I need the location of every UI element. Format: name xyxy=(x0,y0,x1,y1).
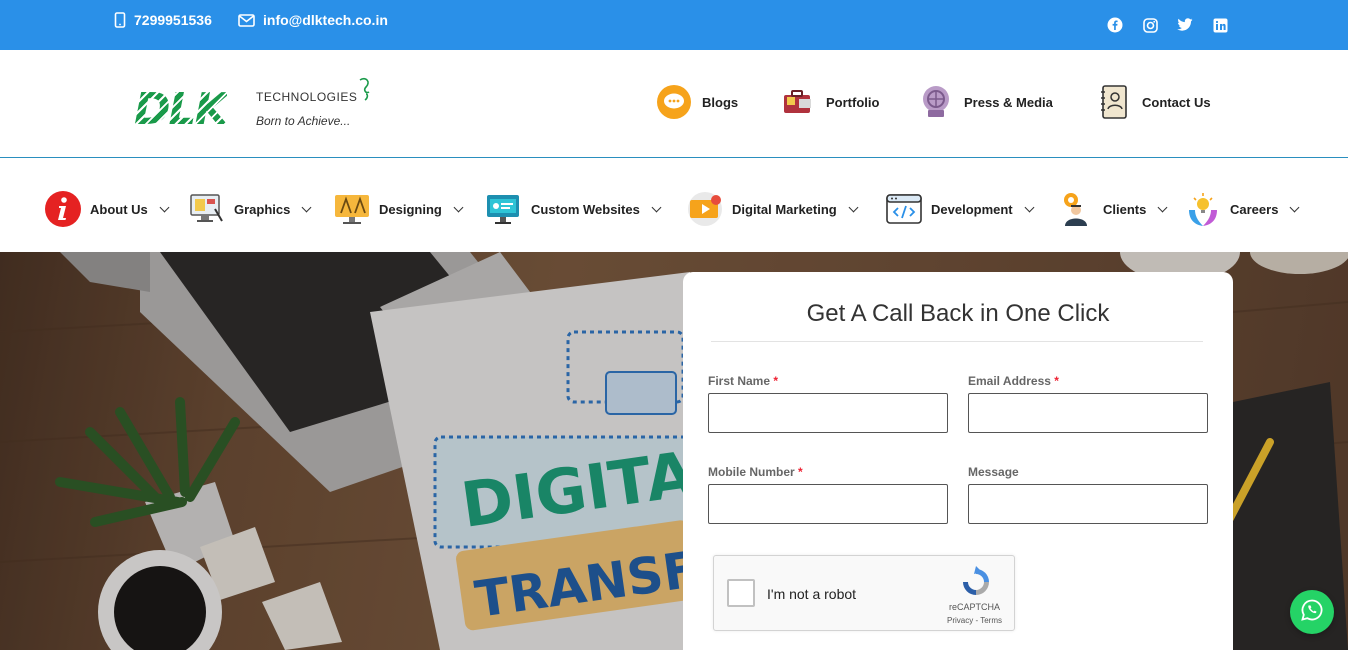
nav-item-label: Digital Marketing xyxy=(732,201,837,217)
header-link-label: Contact Us xyxy=(1142,94,1211,110)
recaptcha-checkbox[interactable] xyxy=(727,579,755,607)
facebook-icon[interactable] xyxy=(1106,16,1124,34)
email-address: info@dlktech.co.in xyxy=(263,12,388,28)
chevron-down-icon xyxy=(301,202,312,212)
mobile-label-text: Mobile Number xyxy=(708,465,795,479)
instagram-icon[interactable] xyxy=(1141,16,1159,34)
header-link-portfolio[interactable]: Portfolio xyxy=(780,84,879,120)
header-link-label: Press & Media xyxy=(964,94,1053,110)
chevron-down-icon xyxy=(453,202,464,212)
phone-contact[interactable]: 7299951536 xyxy=(114,12,212,28)
form-title-divider xyxy=(711,341,1203,342)
required-marker: * xyxy=(773,374,779,388)
nav-item-clients[interactable]: Clients xyxy=(1057,190,1168,228)
main-nav: About Us Graphics Designing Custom Websi… xyxy=(0,158,1348,252)
chevron-down-icon xyxy=(848,202,859,212)
chevron-down-icon xyxy=(1024,202,1035,212)
nav-item-label: Designing xyxy=(379,201,442,217)
message-label: Message xyxy=(968,465,1019,479)
required-marker: * xyxy=(798,465,803,479)
info-icon xyxy=(44,190,82,228)
nav-item-designing[interactable]: Designing xyxy=(333,190,464,228)
logo-swoosh-icon xyxy=(356,74,372,111)
whatsapp-button[interactable] xyxy=(1290,590,1334,634)
phone-number: 7299951536 xyxy=(134,12,212,28)
website-icon xyxy=(485,190,523,228)
email-input[interactable] xyxy=(968,393,1208,433)
nav-item-label: Clients xyxy=(1103,201,1147,217)
twitter-icon[interactable] xyxy=(1176,16,1194,34)
first-name-label: First Name * xyxy=(708,374,778,388)
email-contact[interactable]: info@dlktech.co.in xyxy=(238,12,388,28)
nav-item-graphics[interactable]: Graphics xyxy=(188,190,312,228)
logo-mark: DLK xyxy=(134,84,229,135)
recaptcha-brand: reCAPTCHA xyxy=(948,602,1000,612)
message-label-text: Message xyxy=(968,465,1019,479)
mobile-label: Mobile Number * xyxy=(708,465,803,479)
recaptcha-terms[interactable]: Privacy - Terms xyxy=(947,616,1002,625)
first-name-input[interactable] xyxy=(708,393,948,433)
recaptcha-widget: I'm not a robot reCAPTCHA Privacy - Term… xyxy=(713,555,1015,631)
chevron-down-icon xyxy=(651,202,662,212)
design-tools-icon xyxy=(333,190,371,228)
envelope-icon xyxy=(238,13,255,27)
briefcase-icon xyxy=(780,84,816,120)
chevron-down-icon xyxy=(159,202,170,212)
clients-icon xyxy=(1057,190,1095,228)
nav-item-careers[interactable]: Careers xyxy=(1184,190,1300,228)
monitor-design-icon xyxy=(188,190,226,228)
chevron-down-icon xyxy=(1289,202,1300,212)
nav-item-development[interactable]: Development xyxy=(885,190,1035,228)
code-icon xyxy=(885,190,923,228)
careers-icon xyxy=(1184,190,1222,228)
header-link-blogs[interactable]: Blogs xyxy=(656,84,738,120)
phone-icon xyxy=(114,12,126,28)
whatsapp-icon xyxy=(1301,599,1323,626)
linkedin-icon[interactable] xyxy=(1211,16,1229,34)
email-label-text: Email Address xyxy=(968,374,1051,388)
chevron-down-icon xyxy=(1157,202,1168,212)
nav-item-about-us[interactable]: About Us xyxy=(44,190,170,228)
first-name-label-text: First Name xyxy=(708,374,771,388)
chat-bubble-icon xyxy=(656,84,692,120)
email-label: Email Address * xyxy=(968,374,1059,388)
header-link-contact-us[interactable]: Contact Us xyxy=(1096,84,1211,120)
logo-tagline: Born to Achieve... xyxy=(256,114,351,128)
address-book-icon xyxy=(1096,84,1132,120)
site-header: DLK TECHNOLOGIES Born to Achieve... Blog… xyxy=(0,50,1348,158)
nav-item-label: Careers xyxy=(1230,201,1279,217)
video-marketing-icon xyxy=(686,190,724,228)
nav-item-label: Graphics xyxy=(234,201,291,217)
nav-item-digital-marketing[interactable]: Digital Marketing xyxy=(686,190,859,228)
callback-form-card: Get A Call Back in One Click First Name … xyxy=(683,272,1233,650)
recaptcha-label: I'm not a robot xyxy=(767,586,857,602)
top-bar: 7299951536 info@dlktech.co.in xyxy=(0,0,1348,50)
recaptcha-logo-icon xyxy=(960,566,992,603)
header-link-press-media[interactable]: Press & Media xyxy=(918,84,1053,120)
header-link-label: Blogs xyxy=(702,94,739,110)
microphone-icon xyxy=(918,84,954,120)
nav-item-label: About Us xyxy=(90,201,148,217)
message-input[interactable] xyxy=(968,484,1208,524)
header-link-label: Portfolio xyxy=(826,94,880,110)
nav-item-label: Custom Websites xyxy=(531,201,640,217)
dlk-logo[interactable]: DLK TECHNOLOGIES Born to Achieve... xyxy=(134,74,374,134)
logo-company: TECHNOLOGIES xyxy=(256,90,358,104)
required-marker: * xyxy=(1054,374,1059,388)
mobile-input[interactable] xyxy=(708,484,948,524)
nav-item-custom-websites[interactable]: Custom Websites xyxy=(485,190,662,228)
nav-item-label: Development xyxy=(931,201,1013,217)
form-title: Get A Call Back in One Click xyxy=(806,300,1110,327)
